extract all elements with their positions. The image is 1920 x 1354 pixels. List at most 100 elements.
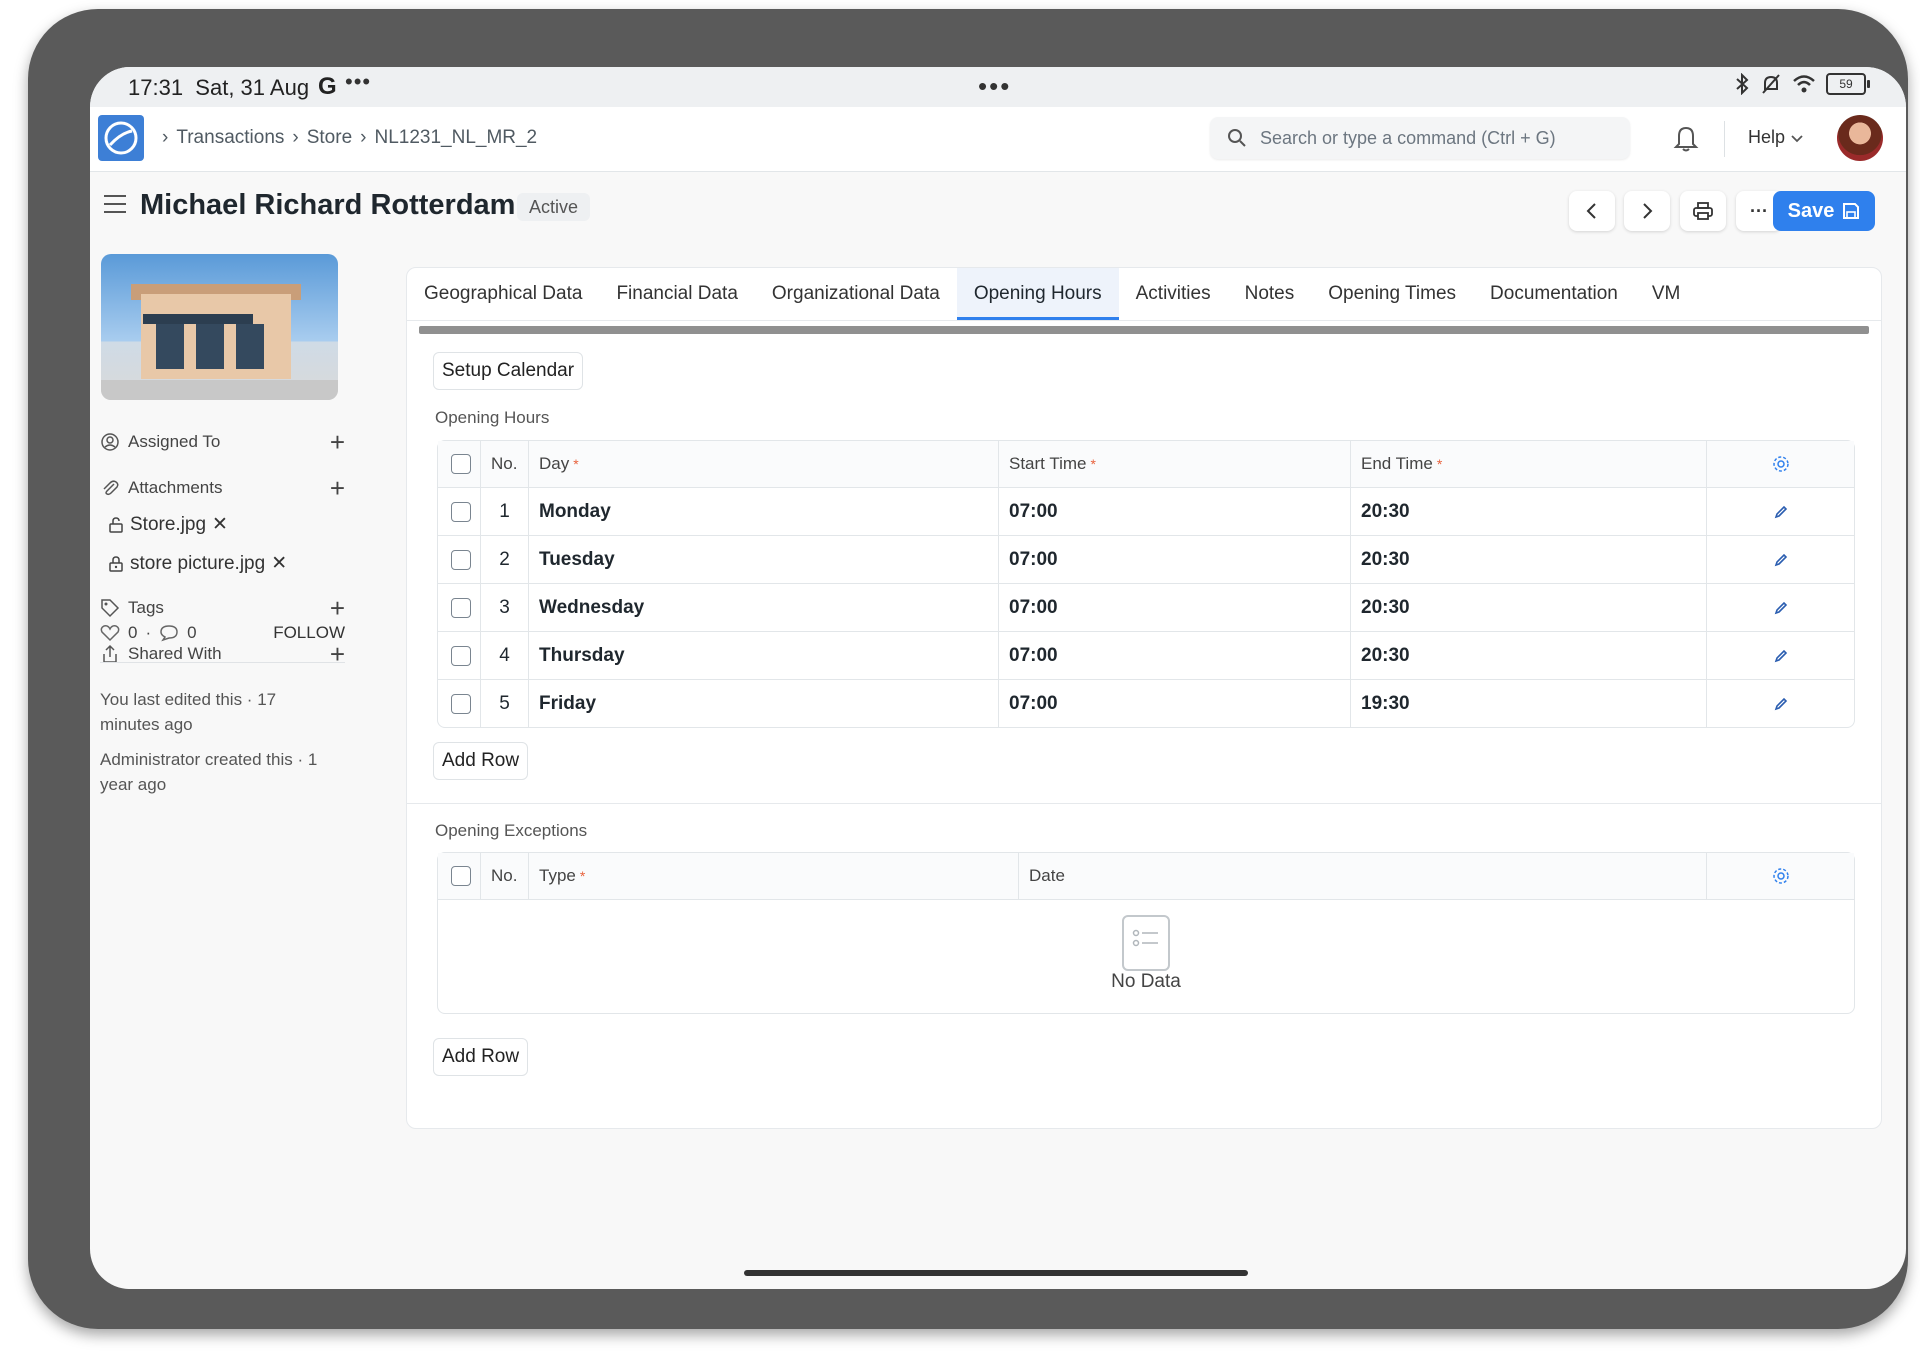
next-record-button[interactable]: [1624, 191, 1670, 231]
select-all-checkbox[interactable]: [451, 866, 471, 886]
breadcrumb-record[interactable]: NL1231_NL_MR_2: [374, 127, 537, 149]
tab-activities[interactable]: Activities: [1119, 268, 1228, 320]
end-time-cell[interactable]: 20:30: [1350, 536, 1706, 583]
store-image[interactable]: [101, 254, 338, 400]
previous-record-button[interactable]: [1569, 191, 1615, 231]
assigned-to-row[interactable]: Assigned To +: [100, 427, 345, 457]
table-row[interactable]: 1 Monday 07:00 20:30: [438, 488, 1854, 536]
day-cell[interactable]: Monday: [528, 488, 998, 535]
tab-organizational-data[interactable]: Organizational Data: [755, 268, 957, 320]
select-all-checkbox[interactable]: [451, 454, 471, 474]
comment-count: 0: [187, 623, 197, 642]
save-icon: [1843, 203, 1860, 219]
pencil-icon[interactable]: [1773, 552, 1789, 568]
tab-geographical-data[interactable]: Geographical Data: [407, 268, 599, 320]
end-time-cell[interactable]: 19:30: [1350, 680, 1706, 727]
edit-row[interactable]: [1706, 584, 1854, 631]
day-cell[interactable]: Thursday: [528, 632, 998, 679]
tab-opening-times[interactable]: Opening Times: [1311, 268, 1473, 320]
notification-bell-icon[interactable]: [1673, 123, 1699, 153]
pencil-icon[interactable]: [1773, 600, 1789, 616]
pencil-icon[interactable]: [1773, 504, 1789, 520]
col-no: No.: [480, 441, 528, 487]
shared-with-row[interactable]: Shared With +: [100, 639, 345, 669]
add-row-button[interactable]: Add Row: [433, 742, 529, 780]
day-cell[interactable]: Friday: [528, 680, 998, 727]
col-no: No.: [480, 853, 528, 899]
column-settings[interactable]: [1706, 853, 1854, 899]
follow-button[interactable]: FOLLOW: [273, 623, 345, 643]
tab-opening-hours[interactable]: Opening Hours: [956, 268, 1119, 320]
table-row[interactable]: 5 Friday 07:00 19:30: [438, 680, 1854, 727]
breadcrumb-transactions[interactable]: Transactions: [176, 127, 284, 149]
table-row[interactable]: 4 Thursday 07:00 20:30: [438, 632, 1854, 680]
page-header: Michael Richard Rotterdam Active ··· Sav…: [90, 171, 1906, 245]
add-assignee-icon[interactable]: +: [330, 427, 345, 457]
comment-icon[interactable]: [159, 624, 179, 642]
attachment-name[interactable]: store picture.jpg: [130, 553, 265, 575]
end-time-cell[interactable]: 20:30: [1350, 584, 1706, 631]
add-share-icon[interactable]: +: [330, 639, 345, 669]
row-checkbox[interactable]: [451, 693, 471, 714]
hamburger-menu-icon[interactable]: [104, 195, 126, 219]
start-time-cell[interactable]: 07:00: [998, 536, 1350, 583]
col-end-time: End Time *: [1350, 441, 1706, 487]
setup-calendar-button[interactable]: Setup Calendar: [433, 352, 584, 390]
pencil-icon[interactable]: [1773, 696, 1789, 712]
tab-notes[interactable]: Notes: [1228, 268, 1312, 320]
attachment-file-1[interactable]: Store.jpg ✕: [108, 513, 228, 536]
attachment-name[interactable]: Store.jpg: [130, 514, 206, 536]
add-attachment-icon[interactable]: +: [330, 473, 345, 503]
gear-icon[interactable]: [1772, 867, 1790, 885]
help-menu[interactable]: Help: [1748, 127, 1804, 148]
table-row[interactable]: 2 Tuesday 07:00 20:30: [438, 536, 1854, 584]
edit-row[interactable]: [1706, 680, 1854, 727]
multitask-dots-icon[interactable]: •••: [978, 71, 1011, 102]
print-button[interactable]: [1680, 191, 1726, 231]
tab-documentation[interactable]: Documentation: [1473, 268, 1635, 320]
breadcrumb-separator: ›: [162, 127, 169, 148]
tab-financial-data[interactable]: Financial Data: [599, 268, 754, 320]
attachments-row[interactable]: Attachments +: [100, 473, 345, 503]
edit-row[interactable]: [1706, 488, 1854, 535]
avatar[interactable]: [1837, 115, 1883, 161]
chevron-down-icon: [1791, 135, 1803, 143]
tab-bar: Geographical Data Financial Data Organiz…: [407, 268, 1881, 321]
home-indicator[interactable]: [744, 1270, 1248, 1276]
row-checkbox[interactable]: [451, 501, 471, 522]
app-logo[interactable]: [98, 115, 144, 161]
tags-row[interactable]: Tags +: [100, 593, 345, 623]
heart-icon[interactable]: [100, 624, 120, 642]
table-row[interactable]: 3 Wednesday 07:00 20:30: [438, 584, 1854, 632]
day-cell[interactable]: Tuesday: [528, 536, 998, 583]
end-time-cell[interactable]: 20:30: [1350, 632, 1706, 679]
gear-icon[interactable]: [1772, 455, 1790, 473]
tab-scrollbar[interactable]: [407, 324, 1881, 334]
save-button[interactable]: Save: [1773, 191, 1875, 231]
created-by-text: Administrator created this · 1 year ago: [100, 750, 318, 794]
pencil-icon[interactable]: [1773, 648, 1789, 664]
row-no: 2: [480, 536, 528, 583]
start-time-cell[interactable]: 07:00: [998, 632, 1350, 679]
breadcrumb-store[interactable]: Store: [307, 127, 352, 149]
remove-attachment-icon[interactable]: ✕: [212, 513, 228, 536]
add-row-button[interactable]: Add Row: [433, 1038, 529, 1076]
start-time-cell[interactable]: 07:00: [998, 680, 1350, 727]
scrollbar-thumb[interactable]: [419, 326, 1869, 334]
tab-vm[interactable]: VM: [1635, 268, 1698, 320]
system-icons: 59: [1734, 73, 1870, 95]
start-time-cell[interactable]: 07:00: [998, 584, 1350, 631]
row-checkbox[interactable]: [451, 549, 471, 570]
row-checkbox[interactable]: [451, 645, 471, 666]
edit-row[interactable]: [1706, 632, 1854, 679]
column-settings[interactable]: [1706, 441, 1854, 487]
add-tag-icon[interactable]: +: [330, 593, 345, 623]
attachment-file-2[interactable]: store picture.jpg ✕: [108, 552, 287, 575]
remove-attachment-icon[interactable]: ✕: [271, 552, 287, 575]
row-checkbox[interactable]: [451, 597, 471, 618]
day-cell[interactable]: Wednesday: [528, 584, 998, 631]
search-input[interactable]: Search or type a command (Ctrl + G): [1210, 117, 1630, 159]
start-time-cell[interactable]: 07:00: [998, 488, 1350, 535]
end-time-cell[interactable]: 20:30: [1350, 488, 1706, 535]
edit-row[interactable]: [1706, 536, 1854, 583]
